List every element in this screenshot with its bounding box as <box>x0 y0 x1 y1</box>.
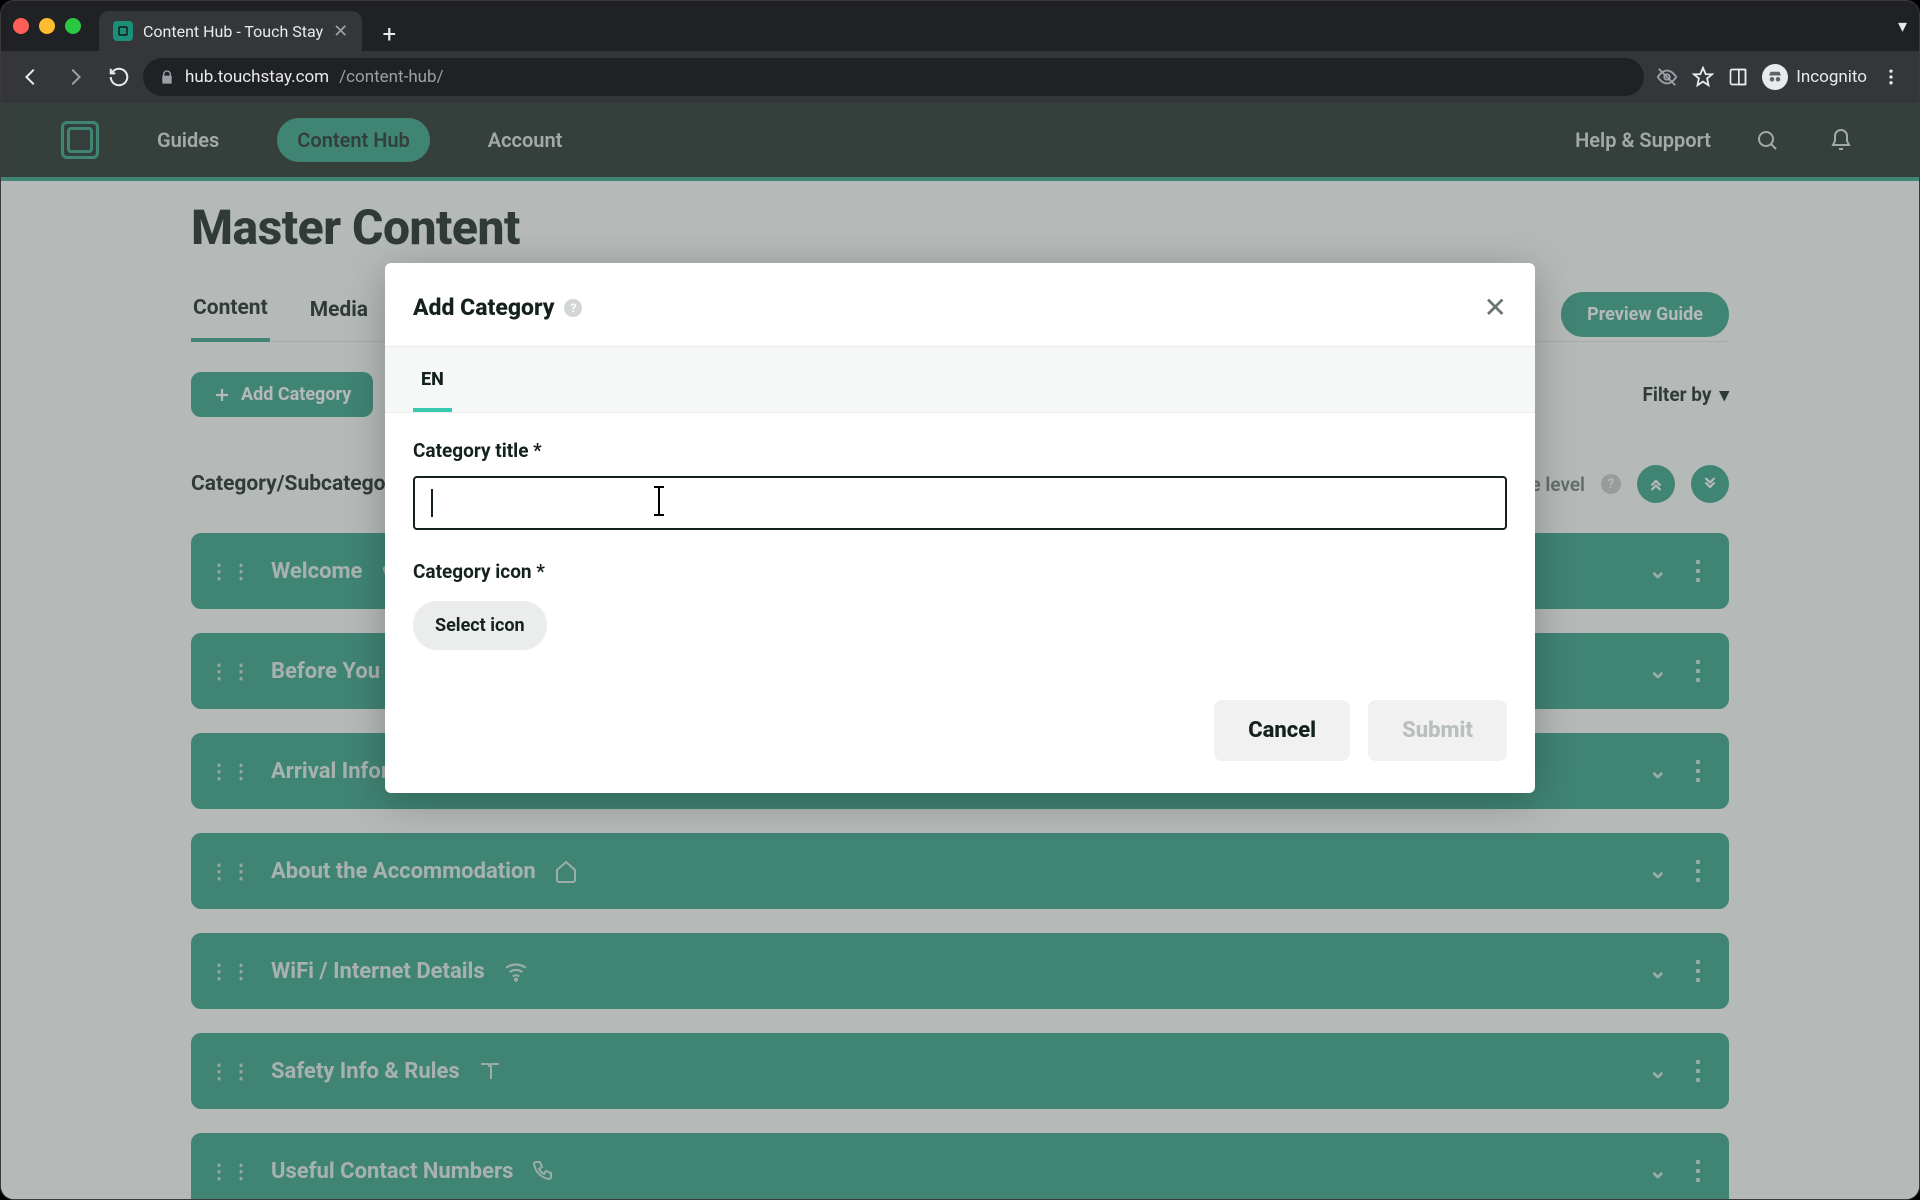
modal-header: Add Category ? ✕ <box>385 263 1535 347</box>
new-tab-button[interactable]: + <box>372 17 406 51</box>
back-button[interactable] <box>11 57 51 97</box>
modal-body: Category title * Category icon * Select … <box>385 413 1535 660</box>
close-icon[interactable]: ✕ <box>1484 291 1507 324</box>
help-tooltip-icon[interactable]: ? <box>564 299 582 317</box>
extensions-icon[interactable] <box>1728 67 1748 87</box>
cancel-button[interactable]: Cancel <box>1214 700 1350 761</box>
address-bar[interactable]: hub.touchstay.com/content-hub/ <box>143 58 1644 96</box>
modal-language-tabs: EN <box>385 347 1535 413</box>
tab-title: Content Hub - Touch Stay <box>143 22 323 41</box>
browser-window: Content Hub - Touch Stay ✕ + ▾ hub.touch… <box>0 0 1920 1200</box>
browser-tab[interactable]: Content Hub - Touch Stay ✕ <box>99 11 362 51</box>
lang-tab-en[interactable]: EN <box>413 347 452 412</box>
modal-title: Add Category <box>413 294 554 321</box>
browser-titlebar: Content Hub - Touch Stay ✕ + ▾ <box>1 1 1919 51</box>
select-icon-button[interactable]: Select icon <box>413 601 547 650</box>
submit-button[interactable]: Submit <box>1368 700 1507 761</box>
add-category-modal: Add Category ? ✕ EN Category title * Cat… <box>385 263 1535 793</box>
category-title-input[interactable] <box>413 476 1507 530</box>
eye-off-icon[interactable] <box>1656 66 1678 88</box>
window-minimize-icon[interactable] <box>39 18 55 34</box>
url-domain: hub.touchstay.com <box>185 67 329 87</box>
category-title-label: Category title * <box>413 439 1507 462</box>
tab-strip: Content Hub - Touch Stay ✕ + <box>99 1 406 51</box>
window-zoom-icon[interactable] <box>65 18 81 34</box>
window-controls <box>13 18 81 34</box>
kebab-menu-icon[interactable] <box>1881 67 1901 87</box>
modal-footer: Cancel Submit <box>385 660 1535 793</box>
toolbar-right: Incognito <box>1648 64 1909 90</box>
category-icon-label: Category icon * <box>413 560 1507 583</box>
star-icon[interactable] <box>1692 66 1714 88</box>
incognito-avatar-icon <box>1762 64 1788 90</box>
window-close-icon[interactable] <box>13 18 29 34</box>
profile-label: Incognito <box>1796 67 1867 87</box>
forward-button[interactable] <box>55 57 95 97</box>
tab-close-icon[interactable]: ✕ <box>333 21 348 42</box>
profile-chip[interactable]: Incognito <box>1762 64 1867 90</box>
reload-button[interactable] <box>99 57 139 97</box>
lock-icon <box>159 69 175 85</box>
url-path: /content-hub/ <box>339 67 444 87</box>
tabstrip-overflow-icon[interactable]: ▾ <box>1898 16 1907 37</box>
tab-favicon-icon <box>113 21 133 41</box>
page-viewport: Guides Content Hub Account Help & Suppor… <box>1 103 1919 1199</box>
browser-toolbar: hub.touchstay.com/content-hub/ Incognito <box>1 51 1919 103</box>
